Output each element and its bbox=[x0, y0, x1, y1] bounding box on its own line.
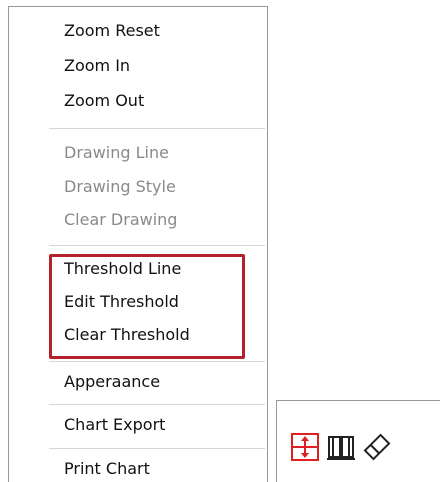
menu-separator bbox=[49, 361, 265, 362]
book-icon[interactable] bbox=[325, 431, 357, 463]
menu-separator bbox=[49, 448, 265, 449]
menu-separator bbox=[49, 128, 265, 129]
menu-item-drawing-line: Drawing Line bbox=[64, 143, 169, 162]
menu-item-clear-drawing: Clear Drawing bbox=[64, 210, 178, 229]
context-menu: Zoom Reset Zoom In Zoom Out Drawing Line… bbox=[8, 6, 268, 482]
menu-separator bbox=[49, 245, 265, 246]
menu-item-zoom-in[interactable]: Zoom In bbox=[64, 56, 130, 76]
menu-item-chart-export[interactable]: Chart Export bbox=[64, 415, 165, 435]
eraser-icon[interactable] bbox=[361, 431, 393, 463]
menu-item-drawing-style: Drawing Style bbox=[64, 177, 176, 196]
menu-item-print-chart[interactable]: Print Chart bbox=[64, 459, 150, 479]
threshold-line-icon[interactable] bbox=[289, 431, 321, 463]
threshold-options-highlight bbox=[49, 254, 245, 359]
chart-toolbar bbox=[276, 400, 440, 482]
menu-item-appearance[interactable]: Apperaance bbox=[64, 372, 160, 392]
menu-item-zoom-out[interactable]: Zoom Out bbox=[64, 91, 144, 111]
menu-item-zoom-reset[interactable]: Zoom Reset bbox=[64, 21, 160, 41]
screenshot-canvas: Zoom Reset Zoom In Zoom Out Drawing Line… bbox=[0, 0, 440, 482]
menu-separator bbox=[49, 404, 265, 405]
